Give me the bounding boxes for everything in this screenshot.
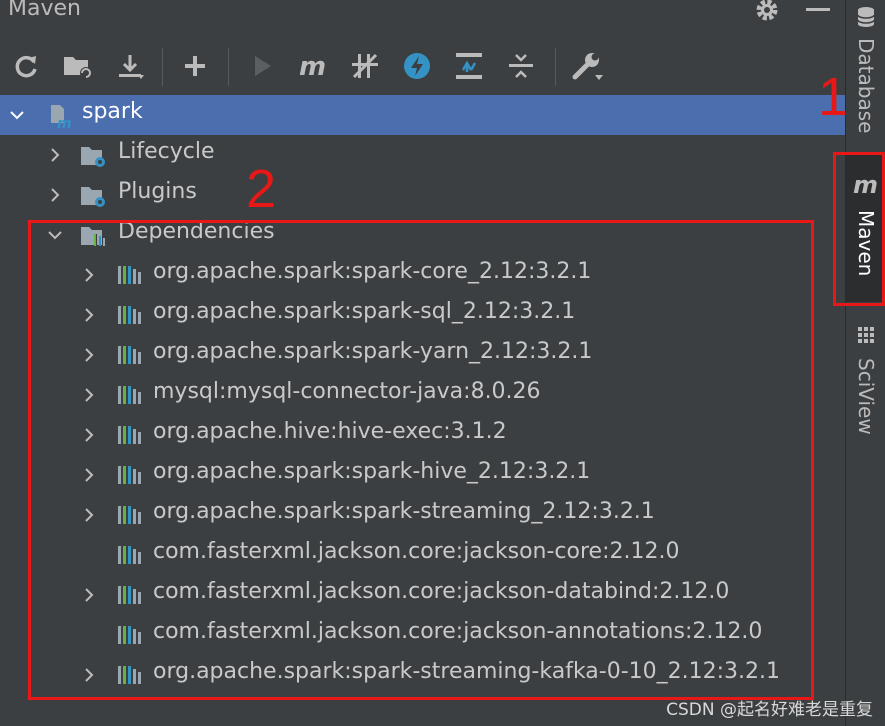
collapse-all-icon[interactable]: [503, 48, 539, 84]
tree-node-root[interactable]: m spark: [0, 95, 845, 135]
annotation-number-two: 2: [246, 159, 277, 219]
svg-text:m: m: [57, 116, 72, 129]
annotation-box-maven-tab: [833, 152, 885, 306]
toolbar-separator: [228, 48, 229, 86]
reload-all-icon[interactable]: [8, 48, 44, 84]
tab-database[interactable]: Database: [846, 0, 885, 140]
toolbar-separator: [555, 48, 556, 86]
right-tool-strip: Database m Maven SciView: [845, 0, 885, 726]
svg-text:m: m: [299, 53, 326, 79]
minimize-icon[interactable]: [806, 8, 830, 11]
toolbar: m: [0, 38, 845, 94]
annotation-number-one: 1: [818, 67, 849, 127]
database-icon: [856, 6, 876, 32]
tree-node-plugins[interactable]: Plugins: [0, 175, 845, 215]
tab-sciview[interactable]: SciView: [846, 318, 885, 448]
settings-folder-icon: [80, 183, 105, 207]
chevron-right-icon[interactable]: [46, 186, 64, 204]
panel-title: Maven: [8, 0, 81, 21]
chevron-down-icon[interactable]: [8, 106, 26, 124]
grid-icon: [857, 326, 875, 348]
tree-node-lifecycle[interactable]: Lifecycle: [0, 135, 845, 175]
add-icon[interactable]: [177, 48, 213, 84]
show-dependencies-icon[interactable]: [451, 48, 487, 84]
skip-tests-icon[interactable]: [399, 48, 435, 84]
tree-node-label: Plugins: [118, 179, 197, 204]
maven-tool-window: Maven m m spark Lifecycle Plugins Depend…: [0, 0, 845, 726]
settings-folder-icon: [80, 143, 105, 167]
annotation-box-dependencies: [28, 220, 814, 700]
tree-node-label: Lifecycle: [118, 139, 215, 164]
tab-label: Database: [854, 38, 878, 134]
settings-wrench-icon[interactable]: [570, 48, 606, 84]
maven-module-icon: m: [48, 103, 72, 132]
watermark: CSDN @起名好难老是重复: [666, 700, 873, 720]
tree-node-label: spark: [82, 99, 143, 124]
tab-label: SciView: [854, 358, 878, 435]
gear-icon[interactable]: [754, 0, 780, 23]
toolbar-separator: [162, 48, 163, 86]
title-bar: Maven: [0, 0, 845, 30]
run-icon[interactable]: [244, 48, 280, 84]
execute-goal-icon[interactable]: m: [295, 48, 331, 84]
download-icon[interactable]: [112, 48, 148, 84]
generate-sources-icon[interactable]: [60, 48, 96, 84]
toggle-offline-icon[interactable]: [347, 48, 383, 84]
chevron-right-icon[interactable]: [46, 146, 64, 164]
